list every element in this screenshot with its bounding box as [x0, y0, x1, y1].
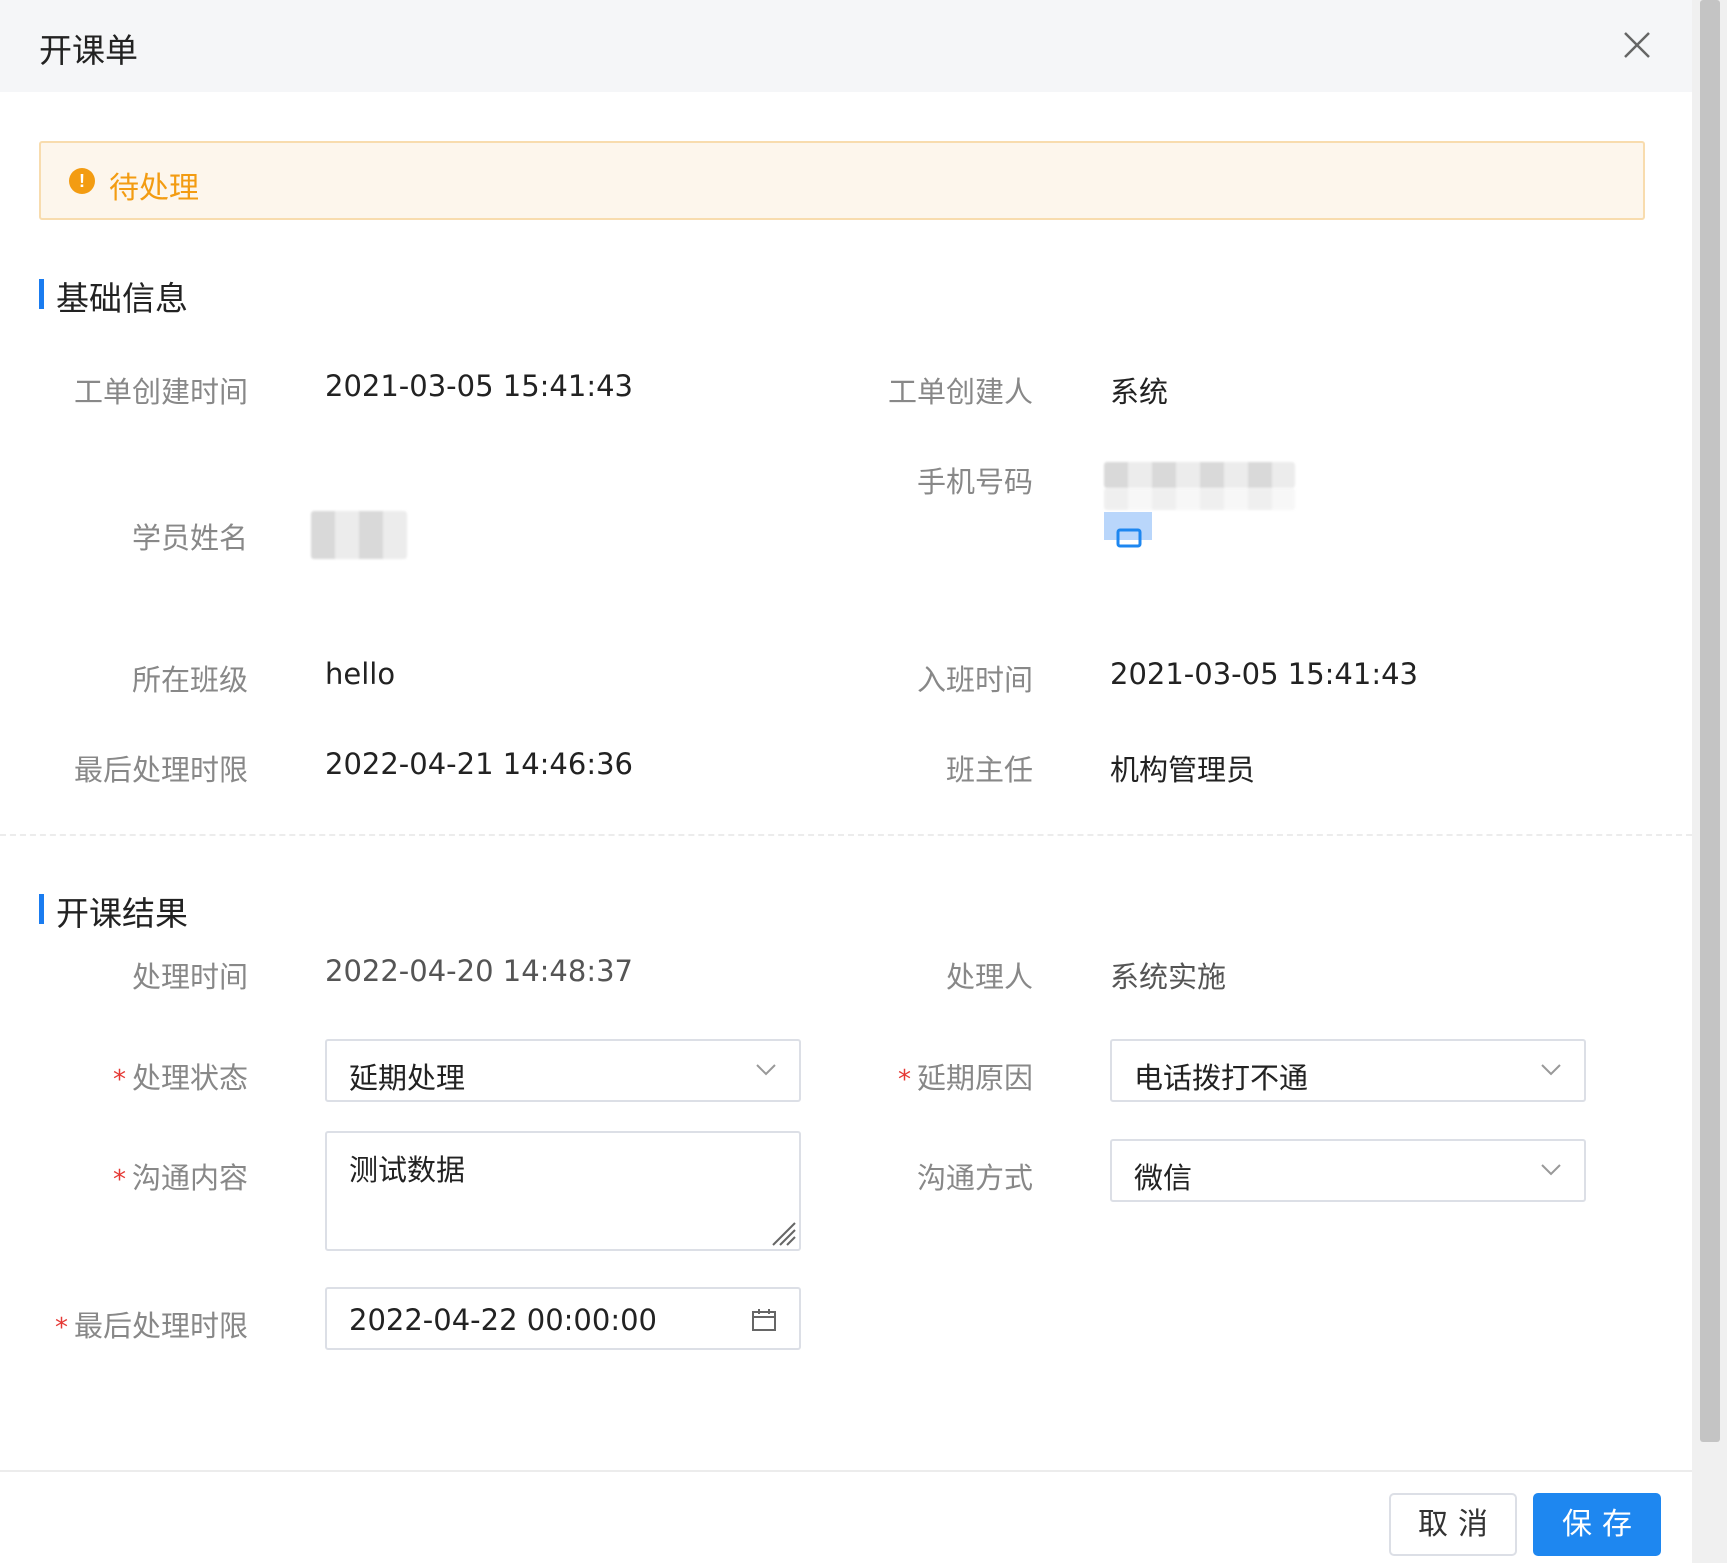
scrollbar-thumb[interactable] — [1700, 0, 1720, 1442]
section-title-result: 开课结果 — [39, 887, 188, 935]
required-mark: * — [54, 1313, 68, 1343]
join-time-value: 2021-03-05 15:41:43 — [1110, 657, 1418, 691]
class-value: hello — [325, 657, 396, 691]
phone-call-icon[interactable] — [1104, 512, 1152, 554]
exclamation-circle-icon: ! — [69, 168, 95, 194]
method-value: 微信 — [1134, 1161, 1193, 1195]
required-mark: * — [897, 1065, 911, 1095]
process-status-select[interactable]: 延期处理 — [325, 1039, 801, 1102]
dialog-title: 开课单 — [39, 31, 138, 70]
created-time-label: 工单创建时间 — [73, 375, 248, 409]
content-label: * 沟通内容 — [112, 1161, 248, 1195]
phone-label: 手机号码 — [916, 465, 1033, 499]
delay-reason-label: * 延期原因 — [897, 1061, 1033, 1095]
status-text: 待处理 — [109, 171, 199, 206]
final-deadline-value: 2022-04-22 00:00:00 — [349, 1303, 657, 1337]
close-button[interactable] — [1622, 28, 1652, 62]
processor-label: 处理人 — [945, 960, 1033, 994]
processor-value: 系统实施 — [1110, 960, 1227, 994]
student-name-value-masked — [311, 511, 407, 559]
phone-value-masked — [1104, 462, 1295, 488]
section-title-basic-info: 基础信息 — [39, 272, 188, 320]
resize-handle-icon[interactable] — [767, 1217, 797, 1247]
required-mark: * — [112, 1065, 126, 1095]
deadline-value: 2022-04-21 14:46:36 — [325, 747, 633, 781]
process-time-label: 处理时间 — [131, 960, 248, 994]
process-status-value: 延期处理 — [349, 1061, 466, 1095]
created-time-value: 2021-03-05 15:41:43 — [325, 369, 633, 403]
close-icon — [1624, 32, 1650, 58]
phone-value-masked-2 — [1104, 488, 1295, 510]
deadline-label: 最后处理时限 — [73, 753, 248, 787]
delay-reason-select[interactable]: 电话拨打不通 — [1110, 1039, 1586, 1102]
process-status-label: * 处理状态 — [112, 1061, 248, 1095]
process-time-value: 2022-04-20 14:48:37 — [325, 954, 633, 988]
save-button[interactable]: 保存 — [1533, 1493, 1661, 1556]
course-order-dialog: 开课单 ! 待处理 基础信息 工单创建时间 2021-03-05 15:41:4… — [0, 0, 1692, 1563]
head-teacher-label: 班主任 — [945, 753, 1033, 787]
cancel-button[interactable]: 取消 — [1389, 1493, 1517, 1556]
student-name-label: 学员姓名 — [131, 521, 248, 555]
dialog-header: 开课单 — [0, 0, 1692, 92]
required-mark: * — [112, 1165, 126, 1195]
delay-reason-value: 电话拨打不通 — [1134, 1061, 1309, 1095]
chevron-down-icon — [1541, 1164, 1561, 1176]
creator-label: 工单创建人 — [887, 375, 1033, 409]
chevron-down-icon — [1541, 1064, 1561, 1076]
final-deadline-datepicker[interactable]: 2022-04-22 00:00:00 — [325, 1287, 801, 1350]
content-textarea[interactable]: 测试数据 — [325, 1131, 801, 1251]
method-select[interactable]: 微信 — [1110, 1139, 1586, 1202]
status-alert: ! 待处理 — [39, 141, 1645, 220]
join-time-label: 入班时间 — [916, 663, 1033, 697]
chevron-down-icon — [756, 1064, 776, 1076]
head-teacher-value: 机构管理员 — [1110, 753, 1256, 787]
creator-value: 系统 — [1110, 375, 1169, 409]
final-deadline-label: * 最后处理时限 — [54, 1309, 248, 1343]
content-value: 测试数据 — [349, 1153, 466, 1187]
section-divider — [0, 834, 1692, 836]
dialog-footer: 取消 保存 — [0, 1470, 1692, 1563]
calendar-icon — [752, 1309, 776, 1331]
method-label: 沟通方式 — [916, 1161, 1033, 1195]
class-label: 所在班级 — [131, 663, 248, 697]
